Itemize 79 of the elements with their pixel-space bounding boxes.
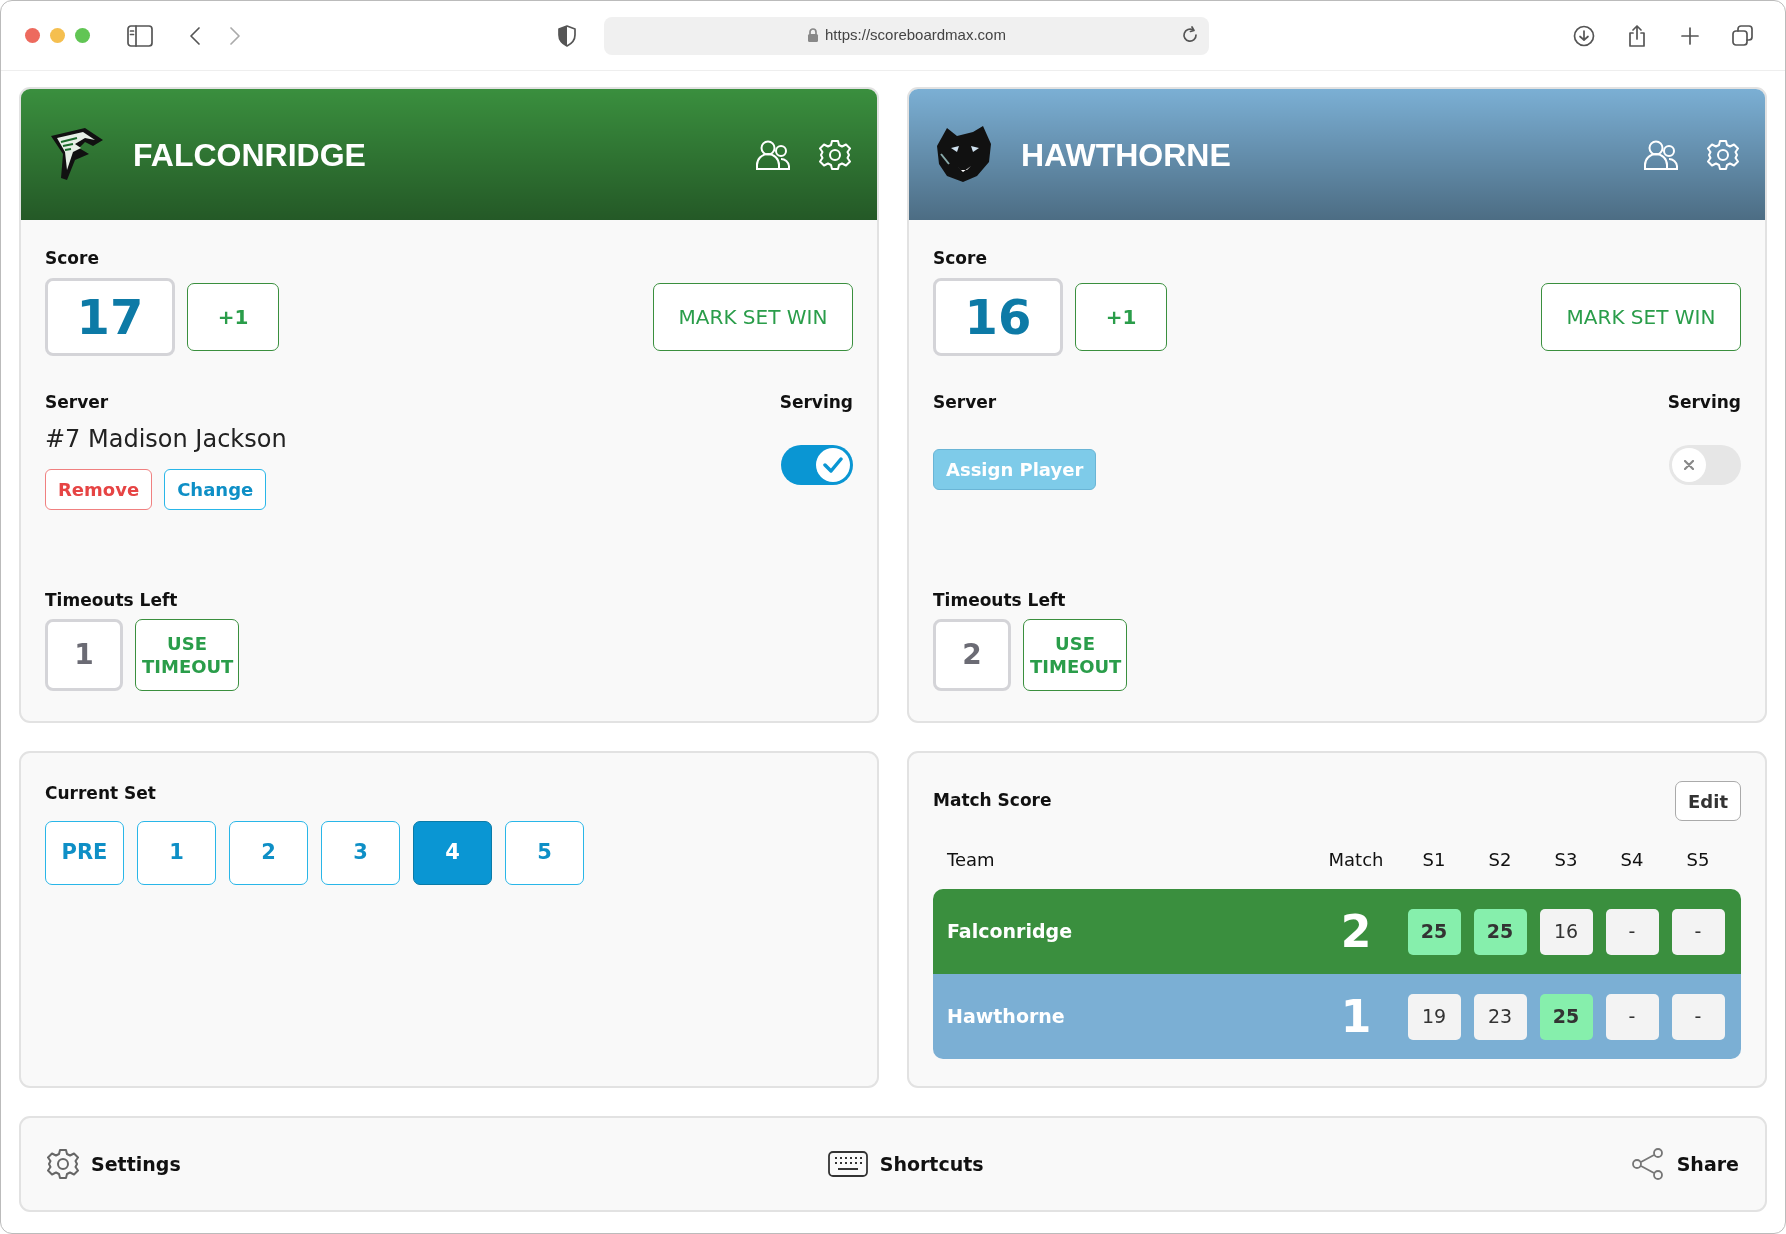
- set-score-cell: 16: [1539, 908, 1593, 955]
- cross-icon: [1684, 460, 1694, 470]
- settings-icon: [47, 1148, 79, 1180]
- change-button[interactable]: Change: [164, 469, 267, 510]
- field-label: Timeouts Left: [45, 588, 179, 612]
- set-button[interactable]: PRE: [45, 820, 124, 885]
- share-icon[interactable]: [1626, 24, 1648, 47]
- team-cell: Hawthorne: [947, 1005, 1065, 1028]
- lock-icon: [807, 28, 820, 43]
- set-button[interactable]: 2: [229, 820, 308, 885]
- set-score-cell: 25: [1539, 993, 1593, 1040]
- set-button[interactable]: 3: [321, 820, 400, 885]
- people-icon[interactable]: [755, 138, 791, 171]
- set-button[interactable]: 1: [137, 820, 216, 885]
- column-header: S3: [1553, 847, 1579, 872]
- reload-icon[interactable]: [1181, 25, 1199, 44]
- field-label: Score: [45, 247, 100, 270]
- set-score-cell: 23: [1473, 993, 1527, 1040]
- score-display: 17: [45, 277, 175, 356]
- score-display: 16: [933, 277, 1063, 356]
- use-timeout-button[interactable]: USE TIMEOUT: [1023, 619, 1127, 691]
- check-icon: [823, 457, 843, 473]
- column-header: Team: [947, 847, 996, 872]
- settings-icon[interactable]: [1707, 138, 1739, 171]
- download-icon[interactable]: [1573, 24, 1595, 47]
- team-cell: Falconridge: [947, 920, 1072, 943]
- use-timeout-button[interactable]: USE TIMEOUT: [135, 619, 239, 691]
- back-icon[interactable]: [189, 25, 201, 46]
- field-label: Current Set: [45, 782, 157, 805]
- field-label: Timeouts Left: [933, 588, 1067, 612]
- window-control-icon[interactable]: [25, 28, 40, 43]
- shield-icon[interactable]: [558, 24, 576, 47]
- increment-button[interactable]: +1: [1075, 282, 1167, 351]
- address-bar[interactable]: https://scoreboardmax.com: [604, 16, 1209, 55]
- set-score-cell: -: [1605, 993, 1659, 1040]
- remove-button[interactable]: Remove: [45, 469, 153, 510]
- keyboard-icon: [827, 1151, 868, 1177]
- set-score-cell: 19: [1407, 993, 1461, 1040]
- column-header: S2: [1487, 847, 1513, 872]
- tabs-icon[interactable]: [1732, 24, 1754, 47]
- field-label: Server: [45, 390, 110, 414]
- footer-link[interactable]: Settings: [47, 1148, 181, 1180]
- serving-toggle[interactable]: [1669, 445, 1741, 485]
- field-label: Serving: [1667, 390, 1741, 414]
- timeouts-display: 1: [45, 619, 123, 691]
- set-button[interactable]: 5: [505, 820, 584, 885]
- panel-title: Match Score: [933, 789, 1052, 813]
- mark-set-win-button[interactable]: MARK SET WIN: [1541, 282, 1741, 351]
- footer-link[interactable]: Shortcuts: [827, 1149, 984, 1179]
- match-total: 1: [1340, 990, 1372, 1042]
- set-score-cell: -: [1671, 908, 1725, 955]
- field-label: Score: [933, 247, 988, 270]
- set-score-cell: 25: [1473, 908, 1527, 955]
- new-tab-icon[interactable]: [1679, 24, 1701, 47]
- increment-button[interactable]: +1: [187, 282, 279, 351]
- settings-icon[interactable]: [819, 138, 851, 171]
- set-score-cell: -: [1605, 908, 1659, 955]
- sidebar-icon[interactable]: [127, 24, 153, 47]
- url-text: https://scoreboardmax.com: [825, 25, 1006, 46]
- edit-button[interactable]: Edit: [1675, 781, 1741, 821]
- match-total: 2: [1340, 905, 1372, 957]
- column-header: S5: [1685, 847, 1711, 872]
- footer-link[interactable]: Share: [1630, 1147, 1739, 1181]
- set-score-cell: 25: [1407, 908, 1461, 955]
- serving-toggle[interactable]: [781, 445, 853, 485]
- field-label: Serving: [779, 390, 853, 414]
- timeouts-display: 2: [933, 619, 1011, 691]
- team-name: FALCONRIDGE: [133, 135, 366, 175]
- set-score-cell: -: [1671, 993, 1725, 1040]
- people-icon[interactable]: [1643, 138, 1679, 171]
- mark-set-win-button[interactable]: MARK SET WIN: [653, 282, 853, 351]
- column-header: S4: [1619, 847, 1645, 872]
- column-header: Match: [1327, 847, 1385, 872]
- column-header: S1: [1421, 847, 1447, 872]
- field-label: Server: [933, 390, 998, 414]
- player-name: #7 Madison Jackson: [45, 424, 287, 455]
- set-button[interactable]: 4: [413, 820, 492, 885]
- team-name: HAWTHORNE: [1021, 135, 1231, 175]
- share-icon: [1630, 1147, 1665, 1181]
